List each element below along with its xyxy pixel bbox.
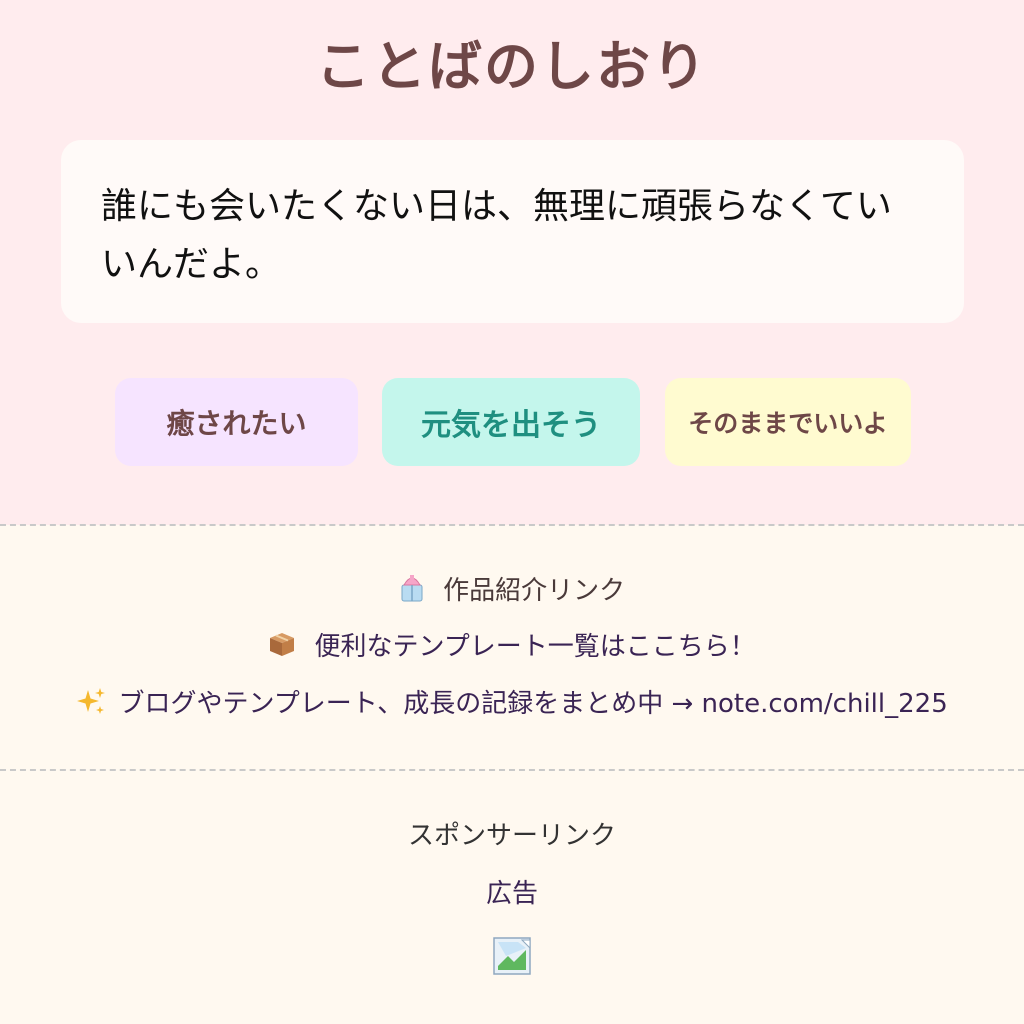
ad-label: 広告 (485, 879, 538, 909)
templates-link-label: 便利なテンプレート一覧はここちら！ (314, 632, 756, 662)
note-link-label: ブログやテンプレート、成長の記録をまとめ中 → (118, 689, 694, 719)
cheer-up-button[interactable]: 元気を出そう (382, 378, 640, 466)
app-title: ことばのしおり (316, 35, 708, 98)
quote-text: 誰にも会いたくない日は、無理に頑張らなくていいんだよ。 (101, 186, 892, 285)
portfolio-link[interactable]: 作品紹介リンク (0, 570, 1024, 610)
box-icon (268, 630, 296, 665)
divider (0, 524, 1024, 526)
broken-image-icon[interactable] (492, 936, 532, 976)
portfolio-link-label: 作品紹介リンク (443, 576, 626, 606)
divider (0, 769, 1024, 771)
templates-link[interactable]: 便利なテンプレート一覧はここちら！ (0, 626, 1024, 665)
sponsor-label: スポンサーリンク (407, 821, 616, 851)
note-link[interactable]: ブログやテンプレート、成長の記録をまとめ中 → note.com/chill_2… (0, 683, 1024, 723)
sparkles-icon (76, 686, 106, 723)
quote-card: 誰にも会いたくない日は、無理に頑張らなくていいんだよ。 (61, 140, 964, 323)
note-link-url[interactable]: note.com/chill_225 (702, 689, 948, 719)
heal-button[interactable]: 癒されたい (115, 378, 358, 466)
stay-as-you-are-button[interactable]: そのままでいいよ (665, 378, 911, 466)
gift-icon (399, 573, 425, 610)
